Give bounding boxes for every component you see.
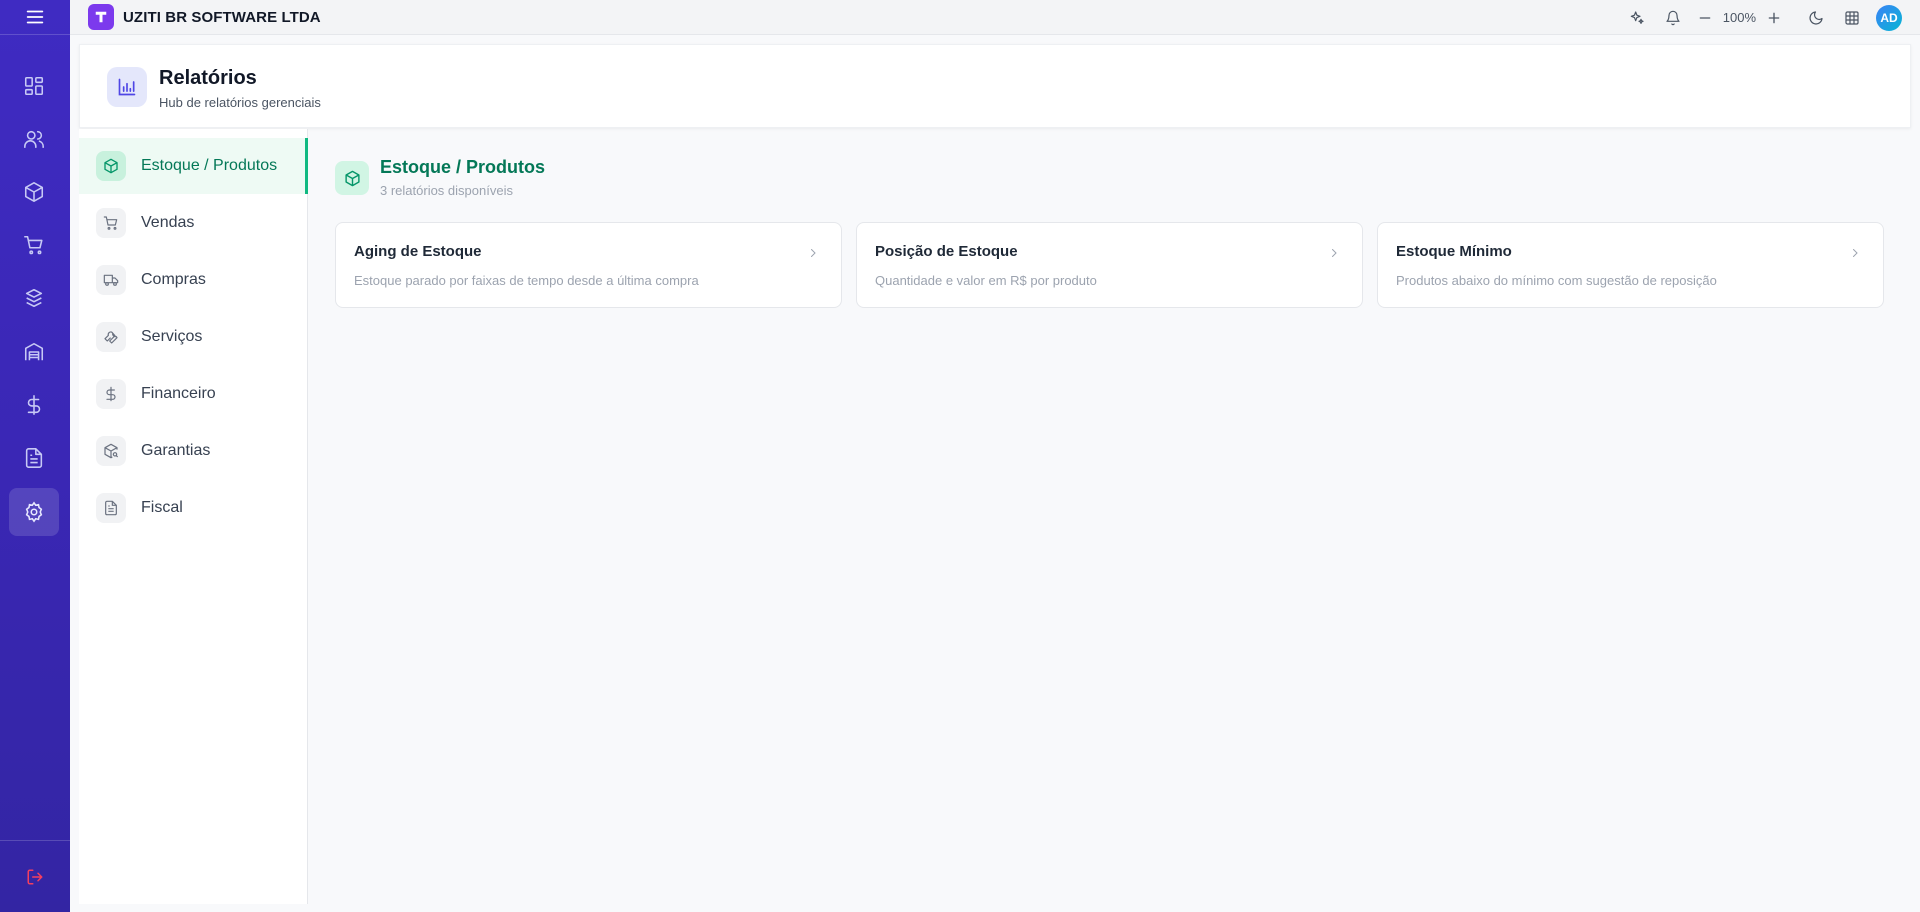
hamburger-menu-icon <box>26 10 44 24</box>
category-servicos[interactable]: Serviços <box>79 309 308 365</box>
category-icon-wrap <box>96 265 126 295</box>
page-title: Relatórios <box>159 67 257 89</box>
theme-toggle-button[interactable] <box>1798 0 1834 35</box>
category-label: Fiscal <box>141 499 183 516</box>
shopping-cart-icon <box>103 216 118 230</box>
logo-t-icon <box>95 11 107 23</box>
rail-item-documents[interactable] <box>9 434 59 482</box>
apps-grid-button[interactable] <box>1834 0 1870 35</box>
page-subtitle: Hub de relatórios gerenciais <box>159 95 321 110</box>
reports-header-icon-wrap <box>107 67 147 107</box>
category-label: Garantias <box>141 442 211 459</box>
rail-item-users[interactable] <box>9 115 59 163</box>
shopping-cart-icon <box>24 235 43 255</box>
zoom-out-button[interactable] <box>1691 0 1719 35</box>
rail-item-sales[interactable] <box>9 221 59 269</box>
category-icon-wrap <box>96 379 126 409</box>
section-title: Estoque / Produtos <box>380 157 546 177</box>
moon-icon <box>1809 10 1823 25</box>
category-label: Vendas <box>141 214 195 231</box>
rail-item-finance[interactable] <box>9 381 59 429</box>
category-icon-wrap <box>96 151 126 181</box>
report-card-estoque-minimo[interactable]: Estoque Mínimo Produtos abaixo do mínimo… <box>1377 222 1884 308</box>
rail-item-dashboard[interactable] <box>9 62 59 110</box>
zoom-in-button[interactable] <box>1760 0 1788 35</box>
dashboard-grid-icon <box>24 76 44 96</box>
category-icon-wrap <box>96 493 126 523</box>
settings-gear-icon <box>25 501 43 523</box>
report-card-posicao-estoque[interactable]: Posição de Estoque Quantidade e valor em… <box>856 222 1363 308</box>
page-header: Relatórios Hub de relatórios gerenciais <box>79 44 1911 128</box>
truck-icon <box>103 274 119 286</box>
rail-item-products[interactable] <box>9 168 59 216</box>
wrench-icon <box>104 331 118 344</box>
top-actions: 100% AD <box>1619 0 1920 35</box>
category-compras[interactable]: Compras <box>79 252 308 308</box>
report-description: Quantidade e valor em R$ por produto <box>875 273 1097 288</box>
user-avatar[interactable]: AD <box>1876 4 1902 31</box>
plus-icon <box>1768 12 1780 23</box>
chevron-right-icon <box>1332 249 1337 257</box>
box-icon <box>104 158 118 174</box>
section-icon-wrap <box>335 161 369 195</box>
rail-item-settings[interactable] <box>9 488 59 536</box>
category-estoque-produtos[interactable]: Estoque / Produtos <box>79 138 308 194</box>
ai-assistant-button[interactable] <box>1619 0 1655 35</box>
category-label: Financeiro <box>141 385 216 402</box>
report-description: Estoque parado por faixas de tempo desde… <box>354 273 699 288</box>
chevron-right-icon <box>1853 249 1858 257</box>
report-title: Aging de Estoque <box>354 243 482 260</box>
left-rail <box>0 0 70 912</box>
sparkles-icon <box>1630 10 1644 24</box>
category-financeiro[interactable]: Financeiro <box>79 366 308 422</box>
category-fiscal[interactable]: Fiscal <box>79 480 308 536</box>
bar-chart-icon <box>118 78 136 96</box>
company-logo <box>88 4 114 30</box>
category-label: Estoque / Produtos <box>141 157 278 174</box>
category-vendas[interactable]: Vendas <box>79 195 308 251</box>
warehouse-icon <box>24 342 44 361</box>
box-icon <box>24 182 44 202</box>
boxes-stack-icon <box>25 288 43 308</box>
bell-icon <box>1666 10 1680 25</box>
report-title: Estoque Mínimo <box>1396 243 1512 260</box>
top-bar: UZITI BR SOFTWARE LTDA 100% AD <box>70 0 1920 35</box>
grid-icon <box>1845 10 1859 25</box>
report-card-aging-estoque[interactable]: Aging de Estoque Estoque parado por faix… <box>335 222 842 308</box>
rail-item-warehouse[interactable] <box>9 328 59 376</box>
notifications-button[interactable] <box>1655 0 1691 35</box>
logout-button[interactable] <box>0 840 70 912</box>
chevron-right-icon <box>811 249 816 257</box>
report-description: Produtos abaixo do mínimo com sugestão d… <box>1396 273 1717 288</box>
category-label: Compras <box>141 271 206 288</box>
report-category-menu: Estoque / Produtos Vendas Compras Serviç… <box>79 129 308 904</box>
category-garantias[interactable]: Garantias <box>79 423 308 479</box>
category-icon-wrap <box>96 322 126 352</box>
report-title: Posição de Estoque <box>875 243 1018 260</box>
box-icon <box>344 170 360 186</box>
rail-item-inventory[interactable] <box>9 274 59 322</box>
document-icon <box>25 448 43 468</box>
category-icon-wrap <box>96 436 126 466</box>
package-search-icon <box>104 443 119 459</box>
company-name: UZITI BR SOFTWARE LTDA <box>123 8 321 26</box>
section-subtitle: 3 relatórios disponíveis <box>380 183 513 198</box>
logout-icon <box>27 869 43 884</box>
dollar-sign-icon <box>27 395 41 415</box>
users-icon <box>24 130 44 149</box>
dollar-sign-icon <box>106 386 116 402</box>
minus-icon <box>1699 16 1711 19</box>
document-icon <box>105 500 117 516</box>
category-icon-wrap <box>96 208 126 238</box>
zoom-level: 100% <box>1722 10 1756 25</box>
category-label: Serviços <box>141 328 203 345</box>
menu-toggle-button[interactable] <box>0 0 70 35</box>
